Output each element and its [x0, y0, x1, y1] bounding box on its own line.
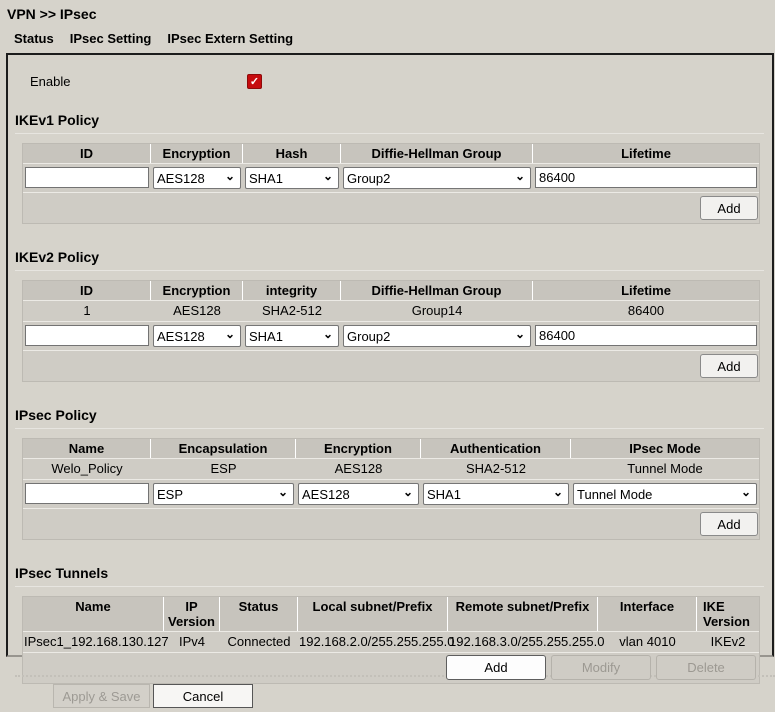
column-header: Interface — [598, 597, 697, 631]
ikev2-lifetime-input[interactable] — [535, 325, 757, 346]
column-header: IKE Version — [703, 599, 750, 629]
cancel-button[interactable]: Cancel — [153, 684, 253, 708]
ikev1-header-row: ID Encryption Hash Diffie-Hellman Group … — [23, 144, 759, 163]
footer-actions: Apply & Save Cancel — [53, 684, 775, 708]
page-title: VPN >> IPsec — [7, 6, 97, 22]
column-header: Encapsulation — [151, 439, 296, 458]
ipsec-policy-input-row: ESP ⌄ AES128 ⌄ SHA1 ⌄ Tunnel Mode ⌄ — [23, 479, 759, 508]
tunnel-status-value: Connected — [227, 634, 291, 649]
column-header: Encryption — [151, 144, 243, 163]
tunnels-header-row: Name IP Version Status Local subnet/Pref… — [23, 597, 759, 631]
ikev2-id-input[interactable] — [25, 325, 149, 346]
column-header: ID — [23, 281, 151, 300]
tunnels-delete-button[interactable]: Delete — [656, 655, 756, 680]
ikev2-table: ID Encryption integrity Diffie-Hellman G… — [22, 280, 760, 382]
policy-encapsulation-value: ESP — [210, 461, 237, 476]
ikev2-id-value: 1 — [83, 303, 91, 318]
tab-bar: Status IPsec Setting IPsec Extern Settin… — [0, 22, 775, 46]
tunnels-section-title: IPsec Tunnels — [15, 565, 109, 581]
ikev2-integrity-value: SHA2-512 — [262, 303, 322, 318]
column-header: Encryption — [296, 439, 421, 458]
ikev2-encryption-select[interactable]: AES128 — [153, 325, 241, 347]
policy-mode-select[interactable]: Tunnel Mode — [573, 483, 757, 505]
ikev1-hash-select[interactable]: SHA1 — [245, 167, 339, 189]
ikev2-header-row: ID Encryption integrity Diffie-Hellman G… — [23, 281, 759, 300]
check-icon: ✓ — [249, 76, 260, 88]
column-header: Local subnet/Prefix — [298, 597, 448, 631]
enable-row: Enable ✓ — [30, 74, 766, 89]
column-header: Encryption — [151, 281, 243, 300]
ikev1-input-row: AES128 ⌄ SHA1 ⌄ Group2 ⌄ — [23, 163, 759, 192]
ipsec-policy-table: Name Encapsulation Encryption Authentica… — [22, 438, 760, 540]
tunnels-button-row: Add Modify Delete — [23, 652, 759, 683]
enable-checkbox[interactable]: ✓ — [247, 74, 262, 89]
enable-label: Enable — [30, 74, 71, 89]
column-header: integrity — [243, 281, 341, 300]
policy-authentication-value: SHA2-512 — [466, 461, 526, 476]
policy-encapsulation-select[interactable]: ESP — [153, 483, 294, 505]
tab-ipsec-extern-setting[interactable]: IPsec Extern Setting — [167, 31, 293, 46]
ipsec-policy-add-button[interactable]: Add — [700, 512, 758, 536]
ikev2-add-row: Add — [23, 350, 759, 381]
policy-name-input[interactable] — [25, 483, 149, 504]
ikev1-id-input[interactable] — [25, 167, 149, 188]
ikev2-policy-row: 1 AES128 SHA2-512 Group14 86400 — [23, 300, 759, 321]
column-header: ID — [23, 144, 151, 163]
ikev1-table: ID Encryption Hash Diffie-Hellman Group … — [22, 143, 760, 224]
column-header: Diffie-Hellman Group — [341, 281, 533, 300]
column-header: IP Version — [164, 597, 220, 631]
ipsec-policy-section-title: IPsec Policy — [15, 407, 97, 423]
tunnels-table: Name IP Version Status Local subnet/Pref… — [22, 596, 760, 684]
ikev2-input-row: AES128 ⌄ SHA1 ⌄ Group2 ⌄ — [23, 321, 759, 350]
apply-save-button[interactable]: Apply & Save — [53, 684, 150, 708]
policy-mode-value: Tunnel Mode — [627, 461, 703, 476]
policy-name-value: Welo_Policy — [51, 461, 123, 476]
ikev1-lifetime-input[interactable] — [535, 167, 757, 188]
ikev1-section-title: IKEv1 Policy — [15, 112, 100, 128]
column-header: Remote subnet/Prefix — [448, 597, 598, 631]
ipsec-policy-add-row: Add — [23, 508, 759, 539]
policy-encryption-select[interactable]: AES128 — [298, 483, 419, 505]
column-header: Lifetime — [621, 283, 671, 298]
policy-authentication-select[interactable]: SHA1 — [423, 483, 569, 505]
policy-encryption-value: AES128 — [334, 461, 383, 476]
column-header: Diffie-Hellman Group — [341, 144, 533, 163]
ikev2-dh-group-select[interactable]: Group2 — [343, 325, 531, 347]
tunnels-modify-button[interactable]: Modify — [551, 655, 651, 680]
section-divider — [15, 586, 764, 587]
tunnel-ip-version-value: IPv4 — [178, 634, 205, 649]
tunnel-name-value: IPsec1_192.168.130.127 — [24, 634, 169, 649]
section-divider — [15, 428, 764, 429]
ikev2-encryption-value: AES128 — [173, 303, 221, 318]
column-header: IPsec Mode — [629, 441, 701, 456]
ikev1-encryption-select[interactable]: AES128 — [153, 167, 241, 189]
ikev2-section-title: IKEv2 Policy — [15, 249, 100, 265]
ikev2-dh-group-value: Group14 — [411, 303, 463, 318]
tunnel-ike-version-value: IKEv2 — [710, 634, 746, 649]
column-header: Hash — [243, 144, 341, 163]
ikev2-add-button[interactable]: Add — [700, 354, 758, 378]
column-header: Authentication — [421, 439, 571, 458]
tunnel-local-subnet-value: 192.168.2.0/255.255.255.0 — [299, 634, 455, 649]
ikev2-lifetime-value: 86400 — [627, 303, 665, 318]
tunnels-add-button[interactable]: Add — [446, 655, 546, 680]
column-header: Name — [23, 439, 151, 458]
tunnel-interface-value: vlan 4010 — [619, 634, 676, 649]
ikev1-dh-group-select[interactable]: Group2 — [343, 167, 531, 189]
ikev1-add-button[interactable]: Add — [700, 196, 758, 220]
column-header: Status — [220, 597, 298, 631]
column-header: Name — [23, 597, 164, 631]
tunnel-remote-subnet-value: 192.168.3.0/255.255.255.0 — [449, 634, 605, 649]
tab-ipsec-setting[interactable]: IPsec Setting — [70, 31, 152, 46]
tunnel-row[interactable]: IPsec1_192.168.130.127 IPv4 Connected 19… — [23, 631, 759, 652]
tab-status[interactable]: Status — [14, 31, 54, 46]
content-panel: Enable ✓ IKEv1 Policy ID Encryption Hash… — [6, 53, 774, 684]
ikev1-add-row: Add — [23, 192, 759, 223]
ipsec-policy-header-row: Name Encapsulation Encryption Authentica… — [23, 439, 759, 458]
section-divider — [15, 133, 764, 134]
column-header: Lifetime — [621, 146, 671, 161]
ikev2-integrity-select[interactable]: SHA1 — [245, 325, 339, 347]
ipsec-policy-row: Welo_Policy ESP AES128 SHA2-512 Tunnel M… — [23, 458, 759, 479]
section-divider — [15, 270, 764, 271]
